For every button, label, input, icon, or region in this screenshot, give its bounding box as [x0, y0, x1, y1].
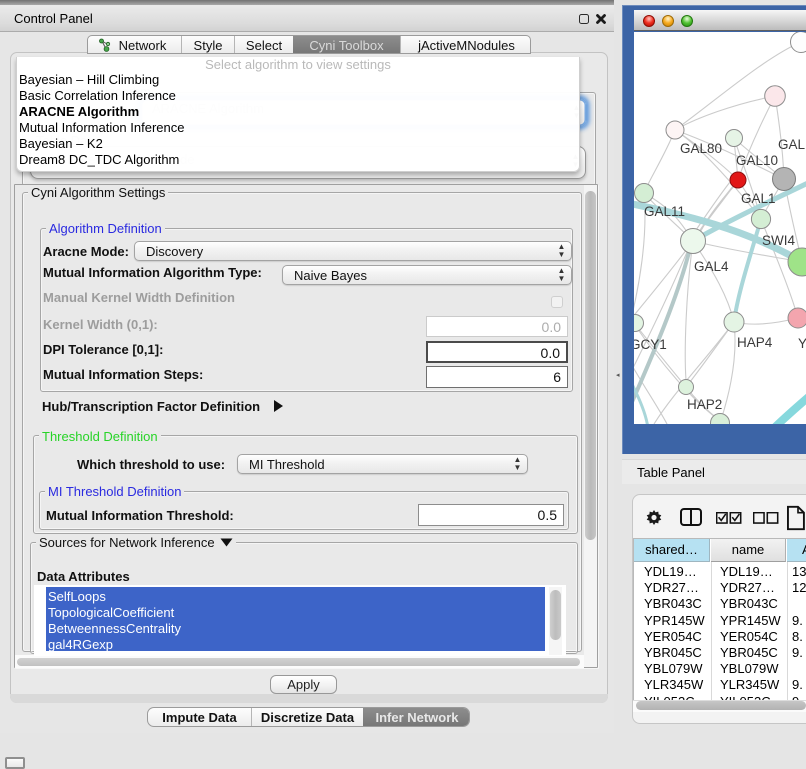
- svg-text:GAL80: GAL80: [680, 141, 722, 156]
- svg-text:GAL1: GAL1: [741, 191, 776, 206]
- svg-text:GAL10: GAL10: [736, 153, 778, 168]
- svg-text:SWI4: SWI4: [762, 233, 795, 248]
- svg-text:HAP2: HAP2: [687, 397, 722, 412]
- svg-text:GCY1: GCY1: [634, 337, 667, 352]
- svg-text:GAL11: GAL11: [644, 204, 685, 219]
- svg-text:GAL4: GAL4: [694, 259, 729, 274]
- svg-text:Y: Y: [798, 336, 806, 351]
- svg-text:HAP4: HAP4: [737, 335, 773, 350]
- svg-text:GAL: GAL: [778, 137, 806, 152]
